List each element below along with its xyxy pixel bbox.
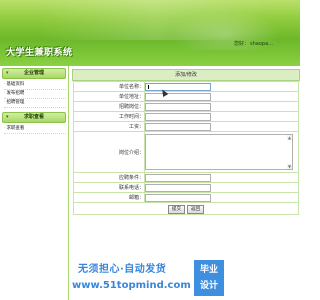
position-input[interactable] <box>145 102 211 111</box>
user-info: 您好：shaopa... <box>234 40 298 47</box>
scroll-up-icon[interactable]: ▲ <box>287 135 292 140</box>
sidebar-group-title: 求职查看 <box>23 114 44 120</box>
form-row: 工作时间： <box>73 111 299 122</box>
sidebar-group-job-seekers: ▾ 求职查看 ·求职查看 <box>2 112 66 136</box>
salary-input[interactable] <box>145 122 211 131</box>
site-title: 大学生兼职系统 <box>6 48 73 58</box>
watermark-badge-top: 毕业 <box>199 265 218 275</box>
sidebar-item-manage-jobs[interactable]: ·招聘管理 <box>4 99 66 108</box>
scroll-down-icon[interactable]: ▼ <box>287 164 292 169</box>
main-content: 添加/修改 单位名称： 单位地址： 招聘岗位： 工作时间： 工资： 岗位介绍： … <box>72 66 300 244</box>
user-label: 您好： <box>234 41 250 47</box>
user-name[interactable]: shaopa... <box>250 41 273 47</box>
sidebar-item-label: 招聘管理 <box>6 100 25 105</box>
sidebar-item-label: 求职查看 <box>6 126 25 131</box>
watermark-line1: 无须担心·自动发货 <box>78 264 167 275</box>
form-row: 联系电话： <box>73 182 299 193</box>
submit-button[interactable]: 提交 <box>168 205 185 214</box>
chevron-down-icon: ▾ <box>6 70 9 76</box>
form-row: 工资： <box>73 121 299 132</box>
sidebar-group-enterprise: ▾ 企业管理 ·基础资料 ·发布招聘 ·招聘管理 <box>2 68 66 110</box>
email-input[interactable] <box>145 193 211 202</box>
sidebar-group-header[interactable]: ▾ 求职查看 <box>2 112 66 123</box>
company-name-input[interactable] <box>145 82 211 91</box>
field-label: 岗位介绍： <box>73 131 145 173</box>
field-label: 邮箱： <box>73 192 145 203</box>
sidebar-item-label: 基础资料 <box>6 82 25 87</box>
field-label: 招聘岗位： <box>73 101 145 112</box>
form-row: 岗位介绍： ▲ ▼ <box>73 131 299 173</box>
phone-input[interactable] <box>145 183 211 192</box>
field-label: 工资： <box>73 121 145 132</box>
header-banner: 大学生兼职系统 您好：shaopa... <box>0 0 300 66</box>
chevron-down-icon: ▾ <box>6 114 9 120</box>
watermark-line2: www.51topmind.com <box>72 280 191 291</box>
form-row: 应聘条件： <box>73 172 299 183</box>
job-form: 单位名称： 单位地址： 招聘岗位： 工作时间： 工资： 岗位介绍： ▲ ▼ 应聘条… <box>73 81 299 215</box>
sidebar: ▾ 企业管理 ·基础资料 ·发布招聘 ·招聘管理 ▾ 求职查看 ·求职查看 <box>0 66 69 300</box>
field-label: 联系电话： <box>73 182 145 193</box>
watermark-badge-bottom: 设计 <box>199 281 218 291</box>
sidebar-item-post-job[interactable]: ·发布招聘 <box>4 90 66 99</box>
company-address-input[interactable] <box>145 92 211 101</box>
job-description-textarea[interactable]: ▲ ▼ <box>145 134 293 170</box>
requirements-input[interactable] <box>145 173 211 182</box>
sidebar-group-header[interactable]: ▾ 企业管理 <box>2 68 66 79</box>
form-row: 提交 返回 <box>73 202 299 215</box>
sidebar-group-title: 企业管理 <box>23 70 44 76</box>
field-label: 工作时间： <box>73 111 145 122</box>
button-row: 提交 返回 <box>73 202 299 215</box>
work-time-input[interactable] <box>145 112 211 121</box>
sidebar-item-basic-info[interactable]: ·基础资料 <box>4 81 66 90</box>
watermark-badge: 毕业 设计 <box>194 260 224 296</box>
sidebar-item-label: 发布招聘 <box>6 91 25 96</box>
field-label: 单位地址： <box>73 91 145 102</box>
field-label: 应聘条件： <box>73 172 145 183</box>
back-button[interactable]: 返回 <box>187 205 204 214</box>
form-row: 招聘岗位： <box>73 101 299 112</box>
field-label: 单位名称： <box>73 81 145 92</box>
form-row: 单位名称： <box>73 81 299 92</box>
sidebar-item-view-applicants[interactable]: ·求职查看 <box>4 125 66 134</box>
form-row: 单位地址： <box>73 91 299 102</box>
form-title: 添加/修改 <box>72 69 300 81</box>
form-row: 邮箱： <box>73 192 299 203</box>
